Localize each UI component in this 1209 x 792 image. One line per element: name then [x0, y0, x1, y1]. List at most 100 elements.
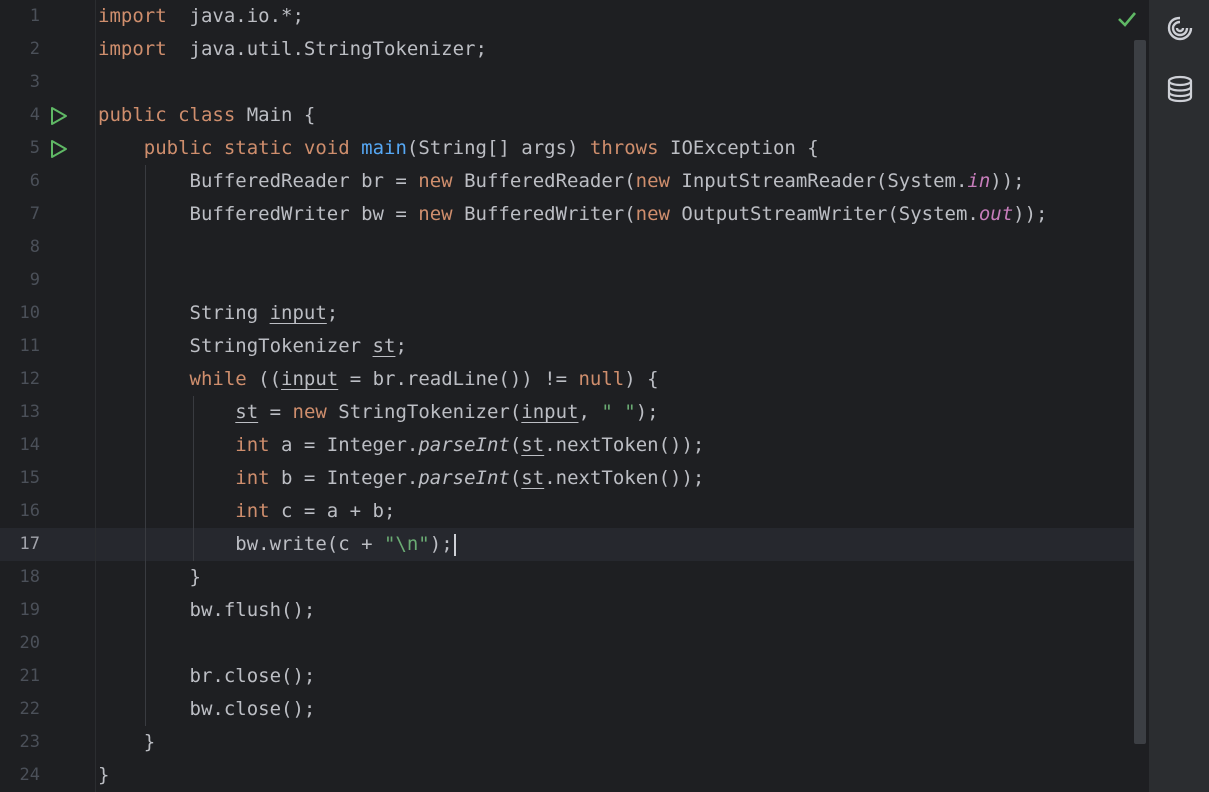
- code-text: }: [98, 561, 201, 594]
- token: java.io.*;: [166, 5, 304, 27]
- line-number: 6: [29, 171, 40, 191]
- code-line[interactable]: 3: [0, 66, 1146, 99]
- code-text: BufferedWriter bw = new BufferedWriter(n…: [98, 198, 1048, 231]
- code-line[interactable]: 5 public static void main(String[] args)…: [0, 132, 1146, 165]
- code-line[interactable]: 19 bw.flush();: [0, 594, 1146, 627]
- ai-assistant-icon[interactable]: [1165, 14, 1195, 44]
- code-text: bw.close();: [98, 693, 316, 726]
- code-line[interactable]: 17 bw.write(c + "\n");: [0, 528, 1146, 561]
- code-line[interactable]: 9: [0, 264, 1146, 297]
- code-text: bw.flush();: [98, 594, 316, 627]
- line-number: 24: [19, 765, 40, 785]
- token: ));: [1013, 203, 1048, 225]
- line-number: 17: [19, 534, 40, 554]
- code-line[interactable]: 22 bw.close();: [0, 693, 1146, 726]
- token-kw: public class: [98, 104, 236, 126]
- code-text: while ((input = br.readLine()) != null) …: [98, 363, 659, 396]
- line-number: 13: [19, 402, 40, 422]
- code-line[interactable]: 15 int b = Integer.parseInt(st.nextToken…: [0, 462, 1146, 495]
- line-number: 1: [29, 6, 40, 26]
- line-number: 21: [19, 666, 40, 686]
- vertical-scrollbar[interactable]: [1134, 40, 1146, 744]
- token-ul: st: [235, 401, 259, 423]
- code-editor[interactable]: 1 import java.io.*; 2 import java.util.Stri…: [0, 0, 1148, 792]
- code-text: public class Main {: [98, 99, 315, 132]
- token: Main {: [235, 104, 316, 126]
- code-text: String input;: [98, 297, 339, 330]
- token-kw: new: [292, 401, 327, 423]
- code-text: StringTokenizer st;: [98, 330, 407, 363]
- code-line[interactable]: 24}: [0, 759, 1146, 792]
- code-line[interactable]: 1 import java.io.*;: [0, 0, 1146, 33]
- line-number: 18: [19, 567, 40, 587]
- line-number: 16: [19, 501, 40, 521]
- line-number: 23: [19, 732, 40, 752]
- token: BufferedWriter(: [452, 203, 636, 225]
- code-line[interactable]: 7 BufferedWriter bw = new BufferedWriter…: [0, 198, 1146, 231]
- token: BufferedReader br =: [98, 170, 419, 192]
- token: }: [98, 566, 201, 588]
- token-kw: new: [635, 170, 670, 192]
- code-line[interactable]: 16 int c = a + b;: [0, 495, 1146, 528]
- code-line[interactable]: 18 }: [0, 561, 1146, 594]
- code-line[interactable]: 23 }: [0, 726, 1146, 759]
- token: ;: [326, 302, 339, 324]
- code-text: public static void main(String[] args) t…: [98, 132, 819, 165]
- code-line[interactable]: 6 BufferedReader br = new BufferedReader…: [0, 165, 1146, 198]
- token-kw: int: [235, 467, 270, 489]
- token-ul: st: [372, 335, 396, 357]
- line-number: 22: [19, 699, 40, 719]
- token-ul: input: [281, 368, 339, 390]
- code-text: st = new StringTokenizer(input, " ");: [98, 396, 659, 429]
- token: );: [429, 533, 453, 555]
- token-kw: int: [235, 500, 270, 522]
- code-text: import java.util.StringTokenizer;: [98, 33, 487, 66]
- token-ul: input: [521, 401, 579, 423]
- code-line[interactable]: 14 int a = Integer.parseInt(st.nextToken…: [0, 429, 1146, 462]
- code-line[interactable]: 13 st = new StringTokenizer(input, " ");: [0, 396, 1146, 429]
- code-line[interactable]: 11 StringTokenizer st;: [0, 330, 1146, 363]
- code-line[interactable]: 10 String input;: [0, 297, 1146, 330]
- token: br.close();: [98, 665, 316, 687]
- token: StringTokenizer: [98, 335, 373, 357]
- code-text: import java.io.*;: [98, 0, 304, 33]
- code-text: int a = Integer.parseInt(st.nextToken())…: [98, 429, 704, 462]
- token: }: [98, 731, 156, 753]
- token: );: [635, 401, 659, 423]
- token-ul: st: [521, 467, 545, 489]
- line-number: 20: [19, 633, 40, 653]
- token: BufferedReader(: [452, 170, 636, 192]
- checkmark-icon[interactable]: [1116, 8, 1138, 30]
- run-gutter-icon[interactable]: [49, 106, 69, 126]
- code-text: bw.write(c + "\n");: [98, 528, 456, 561]
- text-caret: [453, 533, 456, 556]
- code-line[interactable]: 20: [0, 627, 1146, 660]
- token: .nextToken());: [544, 434, 705, 456]
- code-line[interactable]: 4 public class Main {: [0, 99, 1146, 132]
- run-gutter-icon[interactable]: [49, 139, 69, 159]
- token-kw: public static void: [143, 137, 350, 159]
- database-icon[interactable]: [1165, 74, 1195, 104]
- code-line[interactable]: 12 while ((input = br.readLine()) != nul…: [0, 363, 1146, 396]
- token-kw: null: [578, 368, 625, 390]
- token: ));: [990, 170, 1025, 192]
- token: (: [509, 434, 522, 456]
- code-line[interactable]: 21 br.close();: [0, 660, 1146, 693]
- token-str: " ": [601, 401, 636, 423]
- token-str: "\n": [383, 533, 430, 555]
- line-number: 12: [19, 369, 40, 389]
- token: ) {: [624, 368, 659, 390]
- token: bw.flush();: [98, 599, 316, 621]
- code-line[interactable]: 2 import java.util.StringTokenizer;: [0, 33, 1146, 66]
- code-line[interactable]: 8: [0, 231, 1146, 264]
- token: c = a + b;: [269, 500, 396, 522]
- token-kw: int: [235, 434, 270, 456]
- code-text: }: [98, 759, 109, 792]
- line-number: 7: [29, 204, 40, 224]
